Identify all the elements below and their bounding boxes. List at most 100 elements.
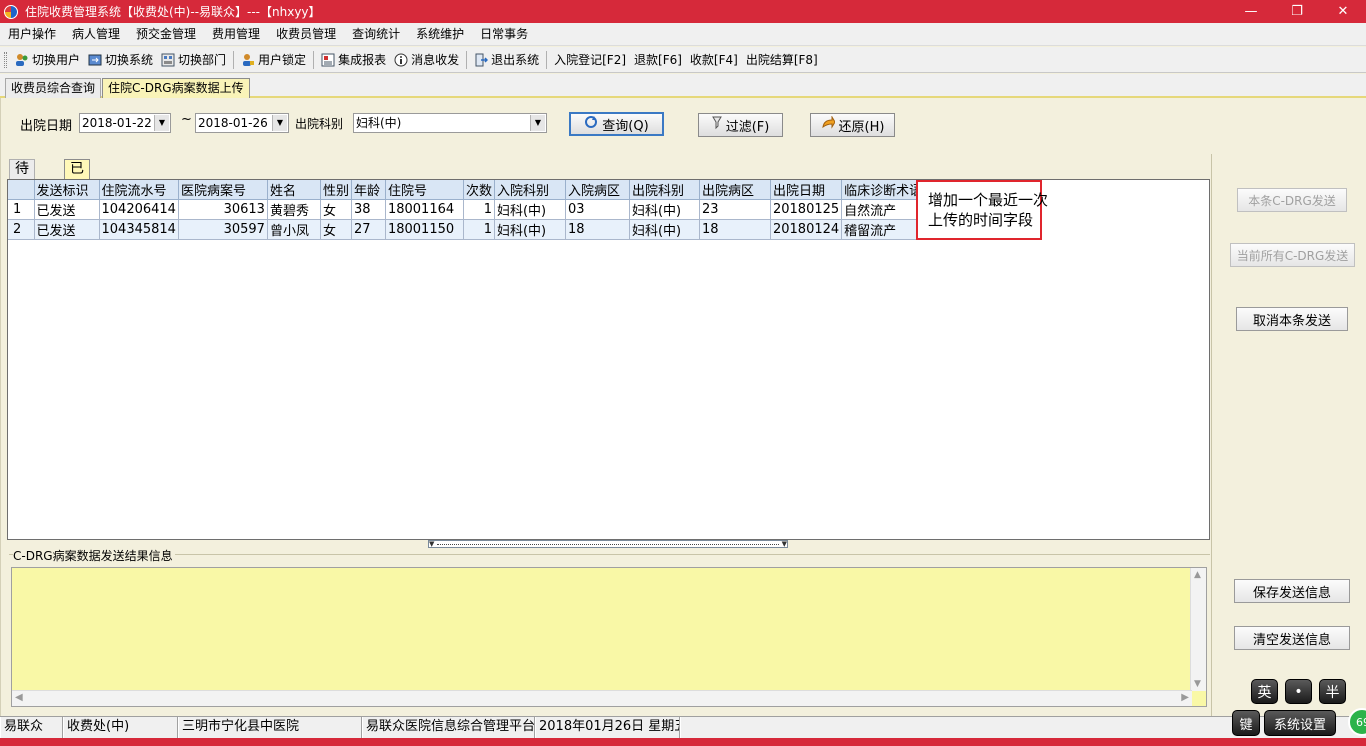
integrated-report-button[interactable]: 集成报表 <box>317 49 390 71</box>
table-cell[interactable]: 1 <box>463 199 495 220</box>
notification-badge[interactable]: 69 <box>1348 708 1366 736</box>
column-header[interactable]: 次数 <box>463 180 495 200</box>
column-header[interactable]: 出院病区 <box>699 180 771 200</box>
column-header[interactable]: 发送标识 <box>34 180 100 200</box>
date-from-picker[interactable]: 2018-01-22 ▼ <box>79 113 171 133</box>
discharge-settle-button[interactable]: 出院结算[F8] <box>742 49 822 71</box>
table-cell[interactable]: 妇科(中) <box>494 219 566 240</box>
lock-user-button[interactable]: 用户锁定 <box>237 49 310 71</box>
date-to-picker[interactable]: 2018-01-26 ▼ <box>195 113 289 133</box>
save-info-button[interactable]: 保存发送信息 <box>1234 579 1350 603</box>
column-header[interactable]: 出院科别 <box>629 180 700 200</box>
menu-user-ops[interactable]: 用户操作 <box>0 23 64 46</box>
table-cell[interactable]: 妇科(中) <box>629 219 700 240</box>
table-cell[interactable]: 黄碧秀 <box>267 199 321 220</box>
table-row[interactable]: 1 已发送 104206414 30613 黄碧秀 女 38 18001164 … <box>8 199 931 220</box>
chevron-down-icon[interactable]: ▼ <box>154 115 169 131</box>
undo-arrow-icon <box>821 115 836 134</box>
collect-button[interactable]: 收款[F4] <box>686 49 742 71</box>
menu-query-stats[interactable]: 查询统计 <box>344 23 408 46</box>
table-cell[interactable]: 20180124 <box>770 219 843 240</box>
system-settings-button[interactable]: 系统设置 <box>1264 710 1336 736</box>
minimize-button[interactable]: — <box>1228 0 1274 23</box>
column-header[interactable]: 姓名 <box>267 180 321 200</box>
cancel-send-button[interactable]: 取消本条发送 <box>1236 307 1348 331</box>
column-header[interactable]: 医院病案号 <box>178 180 268 200</box>
refund-button[interactable]: 退款[F6] <box>630 49 686 71</box>
integrated-report-label: 集成报表 <box>338 53 387 67</box>
table-cell[interactable]: 已发送 <box>34 199 100 220</box>
switch-system-button[interactable]: 切换系统 <box>84 49 157 71</box>
table-cell[interactable]: 27 <box>351 219 386 240</box>
menu-cashier-mgmt[interactable]: 收费员管理 <box>268 23 344 46</box>
table-cell[interactable]: 20180125 <box>770 199 843 220</box>
switch-dept-label: 切换部门 <box>178 53 227 67</box>
ime-lang-button[interactable]: 英 <box>1251 679 1278 704</box>
exit-system-button[interactable]: 退出系统 <box>470 49 543 71</box>
table-cell[interactable]: 30597 <box>178 219 268 240</box>
menu-daily-affairs[interactable]: 日常事务 <box>472 23 536 46</box>
table-cell[interactable]: 已发送 <box>34 219 100 240</box>
column-header[interactable]: 入院病区 <box>565 180 630 200</box>
switch-dept-button[interactable]: 切换部门 <box>157 49 230 71</box>
dept-select[interactable]: 妇科(中) ▼ <box>353 113 547 133</box>
column-header[interactable]: 性别 <box>320 180 352 200</box>
column-header[interactable]: 住院号 <box>385 180 464 200</box>
chevron-down-icon[interactable]: ▼ <box>272 115 287 131</box>
send-this-button[interactable]: 本条C-DRG发送 <box>1237 188 1347 212</box>
table-cell[interactable]: 1 <box>463 219 495 240</box>
send-all-button[interactable]: 当前所有C-DRG发送 <box>1230 243 1355 267</box>
table-cell[interactable]: 104345814 <box>99 219 179 240</box>
message-button[interactable]: 消息收发 <box>390 49 463 71</box>
table-cell[interactable]: 104206414 <box>99 199 179 220</box>
keyboard-button[interactable]: 键 <box>1232 710 1260 736</box>
table-cell[interactable]: 18001164 <box>385 199 464 220</box>
column-header[interactable]: 出院日期 <box>770 180 843 200</box>
filter-button[interactable]: 过滤(F) <box>698 113 783 137</box>
table-row[interactable]: 2 已发送 104345814 30597 曾小凤 女 27 18001150 … <box>8 219 931 240</box>
column-header[interactable]: 年龄 <box>351 180 386 200</box>
column-header[interactable]: 住院流水号 <box>99 180 179 200</box>
ime-punct-button[interactable]: • <box>1285 679 1312 704</box>
table-cell[interactable]: 23 <box>699 199 771 220</box>
column-header[interactable]: 入院科别 <box>494 180 566 200</box>
table-cell[interactable]: 曾小凤 <box>267 219 321 240</box>
tab-sent[interactable]: 已发送 <box>64 159 90 215</box>
menu-fee-mgmt[interactable]: 费用管理 <box>204 23 268 46</box>
admission-button[interactable]: 入院登记[F2] <box>550 49 630 71</box>
restore-filter-button[interactable]: 还原(H) <box>810 113 895 137</box>
tab-cashier-query[interactable]: 收费员综合查询 <box>5 78 102 98</box>
tab-pending[interactable]: 待发送 <box>9 159 35 215</box>
table-cell[interactable]: 30613 <box>178 199 268 220</box>
table-cell[interactable]: 女 <box>320 199 352 220</box>
clear-info-button[interactable]: 清空发送信息 <box>1234 626 1350 650</box>
table-cell[interactable]: 18 <box>565 219 630 240</box>
restore-button[interactable]: ❐ <box>1274 0 1320 23</box>
menu-system-maint[interactable]: 系统维护 <box>408 23 472 46</box>
scroll-up-icon[interactable]: ▲ <box>1194 570 1201 580</box>
scroll-left-icon[interactable]: ◀ <box>15 692 23 703</box>
chevron-down-icon: ▼ <box>781 540 787 548</box>
table-cell[interactable]: 38 <box>351 199 386 220</box>
switch-user-button[interactable]: 切换用户 <box>11 49 84 71</box>
menu-patient-mgmt[interactable]: 病人管理 <box>64 23 128 46</box>
scroll-right-icon[interactable]: ▶ <box>1181 692 1189 703</box>
menu-deposit-mgmt[interactable]: 预交金管理 <box>128 23 204 46</box>
vertical-scrollbar[interactable]: ▲ ▼ <box>1190 568 1206 691</box>
chevron-down-icon[interactable]: ▼ <box>530 115 545 131</box>
table-cell[interactable]: 妇科(中) <box>494 199 566 220</box>
tab-cdrg-upload[interactable]: 住院C-DRG病案数据上传 <box>102 78 250 98</box>
toolbar-grip[interactable] <box>4 51 7 68</box>
table-cell[interactable]: 18001150 <box>385 219 464 240</box>
close-button[interactable]: ✕ <box>1320 0 1366 23</box>
table-cell[interactable]: 18 <box>699 219 771 240</box>
log-textarea[interactable]: ▲ ▼ ◀ ▶ <box>11 567 1207 707</box>
table-cell[interactable]: 03 <box>565 199 630 220</box>
scroll-down-icon[interactable]: ▼ <box>1194 679 1201 689</box>
table-cell[interactable]: 妇科(中) <box>629 199 700 220</box>
horizontal-scrollbar[interactable]: ◀ ▶ <box>12 690 1192 706</box>
ime-width-button[interactable]: 半 <box>1319 679 1346 704</box>
query-button[interactable]: 查询(Q) <box>569 112 664 136</box>
table-cell[interactable]: 女 <box>320 219 352 240</box>
panel-splitter[interactable]: ▼ ▼ <box>428 540 788 548</box>
